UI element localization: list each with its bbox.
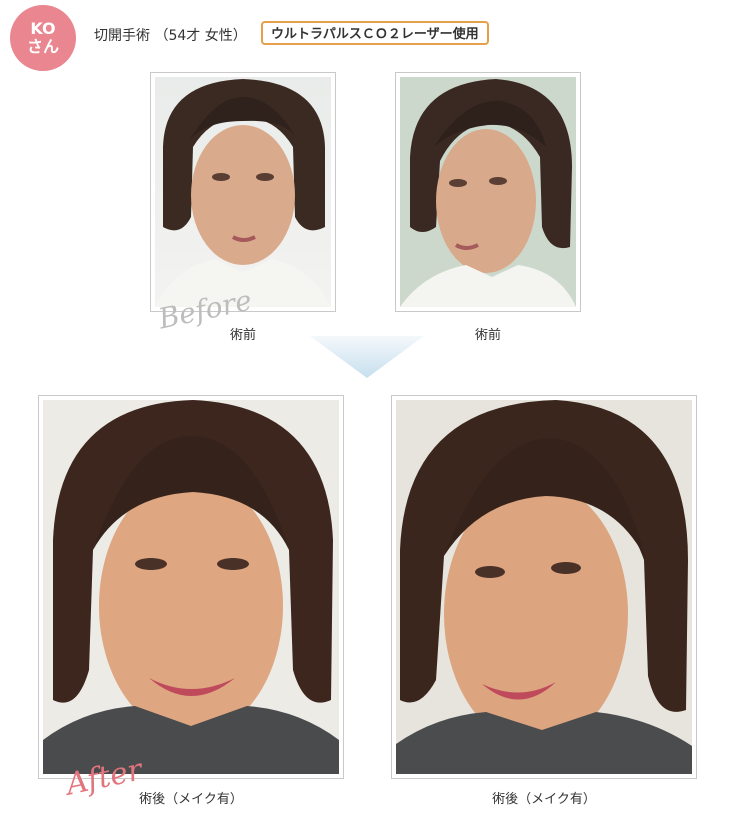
before-front-photo xyxy=(150,72,336,312)
after-front-caption: 術後（メイク有） xyxy=(139,792,243,807)
surgery-description: 切開手術 （54才 女性） xyxy=(94,28,247,44)
before-front-image xyxy=(155,77,331,307)
after-side-caption: 術後（メイク有） xyxy=(492,792,596,807)
badge-initials: KO xyxy=(30,19,56,38)
after-front-photo xyxy=(38,395,344,779)
down-arrow-icon xyxy=(310,336,424,378)
before-side-image xyxy=(400,77,576,307)
after-side-photo xyxy=(391,395,697,779)
before-side-photo xyxy=(395,72,581,312)
person-badge: KO さん xyxy=(10,5,76,71)
badge-honorific: さん xyxy=(26,37,59,56)
after-front-image xyxy=(43,400,339,774)
laser-tag: ウルトラパルスＣＯ２レーザー使用 xyxy=(261,21,489,45)
after-side-image xyxy=(396,400,692,774)
before-front-caption: 術前 xyxy=(229,328,256,343)
